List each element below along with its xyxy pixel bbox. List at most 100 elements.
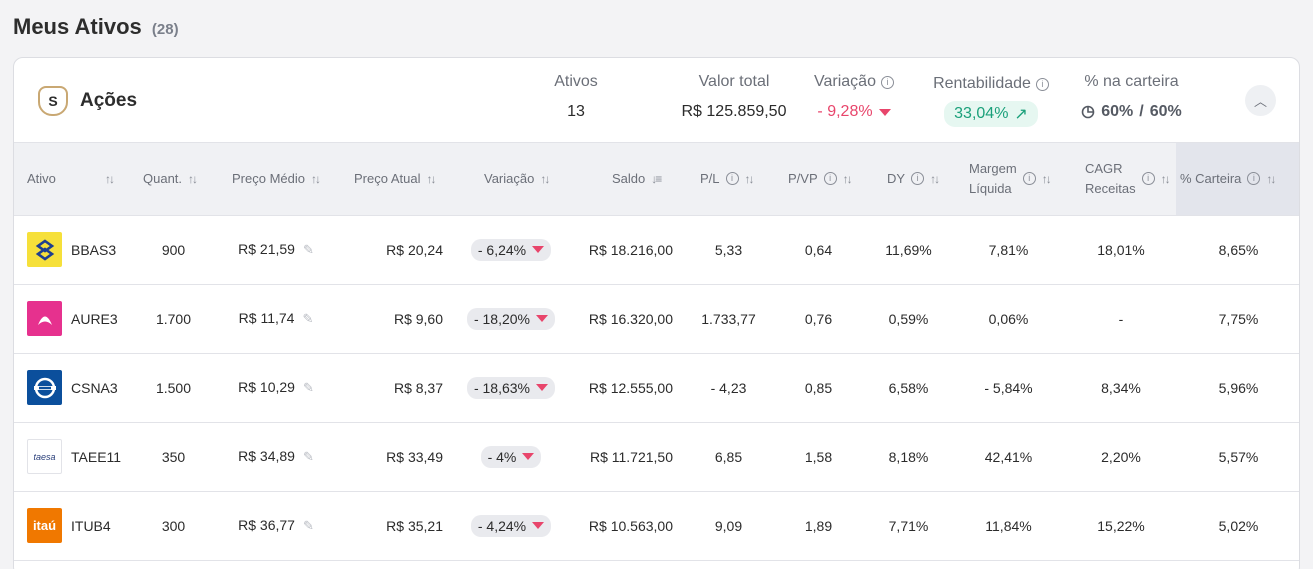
metric-valor-total: Valor total R$ 125.859,50 (669, 73, 799, 121)
saldo-cell: R$ 11.721,50 (566, 422, 686, 492)
info-icon[interactable]: i (1022, 172, 1036, 186)
variacao-pill: - 18,20% (466, 307, 556, 330)
page-title-text: Meus Ativos (13, 14, 142, 39)
margem-cell: 11,84% (951, 491, 1066, 561)
table-row[interactable]: itaú ITUB4 300 R$ 36,77 ✎ R$ 35,21 - 4,24%… (14, 491, 1299, 561)
quant-cell: 300 (131, 491, 216, 561)
col-preco-atual[interactable]: Preço Atual ↑↓ (336, 143, 456, 216)
dy-cell: 0,59% (866, 284, 951, 354)
assets-table: Ativo ↑↓ Quant. ↑↓ Preço Médio ↑↓ Preço Atu… (14, 143, 1299, 561)
carteira-cell: 5,57% (1176, 422, 1299, 492)
pencil-icon[interactable]: ✎ (303, 242, 314, 257)
table-row[interactable]: CSNA3 1.500 R$ 10,29 ✎ R$ 8,37 - 18,63% R… (14, 353, 1299, 423)
metric-ativos: Ativos 13 (536, 73, 616, 121)
category-summary[interactable]: S Ações Ativos 13 Valor total R$ 125.859… (14, 58, 1299, 143)
saldo-cell: R$ 16.320,00 (566, 284, 686, 354)
down-triangle-icon (536, 315, 549, 322)
down-triangle-icon (878, 108, 891, 116)
metric-carteira: % na carteira 60% / 60% (1069, 73, 1194, 121)
rentabilidade-pill: 33,04% ↗ (944, 101, 1038, 127)
sort-icon[interactable]: ↑↓ (930, 172, 940, 186)
pvp-cell: 0,64 (771, 215, 866, 285)
margem-cell: 42,41% (951, 422, 1066, 492)
sort-icon[interactable]: ↑↓ (427, 172, 437, 186)
pvp-cell: 1,89 (771, 491, 866, 561)
table-row[interactable]: AURE3 1.700 R$ 11,74 ✎ R$ 9,60 - 18,20% R… (14, 284, 1299, 354)
sort-icon[interactable]: ↑↓ (105, 172, 115, 186)
preco-atual-cell: R$ 35,21 (336, 491, 456, 561)
variacao-pill: - 18,63% (466, 376, 556, 399)
info-icon[interactable]: i (1035, 77, 1049, 91)
metric-carteira-label: % na carteira (1084, 73, 1179, 90)
sort-icon[interactable]: ↑↓ (1161, 172, 1171, 186)
sort-icon[interactable]: ↑↓ (843, 172, 853, 186)
info-icon[interactable]: i (1141, 172, 1155, 186)
info-icon[interactable]: i (880, 75, 894, 89)
saldo-cell: R$ 18.216,00 (566, 215, 686, 285)
info-icon[interactable]: i (823, 172, 837, 186)
preco-atual-cell: R$ 33,49 (336, 422, 456, 492)
table-row[interactable]: BBAS3 900 R$ 21,59 ✎ R$ 20,24 - 6,24% R$ … (14, 215, 1299, 285)
cagr-cell: 15,22% (1066, 491, 1176, 561)
col-variacao[interactable]: Variação ↑↓ (456, 143, 566, 216)
collapse-button[interactable]: ︿ (1245, 85, 1276, 116)
preco-atual-cell: R$ 8,37 (336, 353, 456, 423)
sort-icon[interactable]: ↑↓ (1266, 172, 1276, 186)
s-badge-icon: S (38, 86, 68, 116)
sort-icon[interactable]: ↑↓ (745, 172, 755, 186)
preco-medio-cell: R$ 36,77 (238, 517, 295, 533)
pencil-icon[interactable]: ✎ (302, 311, 313, 326)
pvp-cell: 0,76 (771, 284, 866, 354)
carteira-cell: 8,65% (1176, 215, 1299, 285)
sort-icon[interactable]: ↑↓ (540, 172, 550, 186)
pencil-icon[interactable]: ✎ (303, 449, 314, 464)
col-pl[interactable]: P/L i ↑↓ (686, 143, 771, 216)
col-cagr-receitas[interactable]: CAGR Receitas i ↑↓ (1066, 143, 1176, 216)
pl-cell: 1.733,77 (686, 284, 771, 354)
ticker: TAEE11 (71, 448, 122, 465)
sort-icon[interactable]: ↑↓ (1042, 172, 1052, 186)
acoes-card: S Ações Ativos 13 Valor total R$ 125.859… (13, 57, 1300, 569)
preco-medio-cell: R$ 11,74 (238, 310, 295, 326)
dy-cell: 8,18% (866, 422, 951, 492)
preco-medio-cell: R$ 10,29 (238, 379, 295, 395)
asset-count: (28) (151, 21, 179, 38)
ticker: CSNA3 (71, 379, 118, 396)
preco-medio-cell: R$ 21,59 (238, 241, 295, 257)
info-icon[interactable]: i (1247, 172, 1261, 186)
sort-icon[interactable]: ↑↓ (188, 172, 198, 186)
carteira-cell: 7,75% (1176, 284, 1299, 354)
table-row[interactable]: taesa TAEE11 350 R$ 34,89 ✎ R$ 33,49 - 4% … (14, 422, 1299, 492)
carteira-percent-a: 60% (1101, 103, 1134, 120)
dy-cell: 11,69% (866, 215, 951, 285)
col-margem-liquida[interactable]: Margem Líquida i ↑↓ (951, 143, 1066, 216)
pl-cell: 6,85 (686, 422, 771, 492)
col-pvp[interactable]: P/VP i ↑↓ (771, 143, 866, 216)
down-triangle-icon (532, 246, 545, 253)
metric-valor-total-label: Valor total (698, 73, 770, 90)
quant-cell: 1.700 (131, 284, 216, 354)
metric-variacao: Variação i - 9,28% (804, 73, 904, 121)
preco-atual-cell: R$ 20,24 (336, 215, 456, 285)
col-saldo[interactable]: Saldo ↓≡ (566, 143, 686, 216)
pencil-icon[interactable]: ✎ (303, 380, 314, 395)
col-ativo[interactable]: Ativo ↑↓ (14, 143, 131, 216)
metric-rentabilidade: Rentabilidade i 33,04% ↗ (926, 75, 1056, 127)
col-dy[interactable]: DY i ↑↓ (866, 143, 951, 216)
sort-icon[interactable]: ↑↓ (311, 172, 321, 186)
col-preco-medio[interactable]: Preço Médio ↑↓ (216, 143, 336, 216)
pencil-icon[interactable]: ✎ (303, 518, 314, 533)
saldo-cell: R$ 12.555,00 (566, 353, 686, 423)
metric-ativos-label: Ativos (554, 73, 598, 90)
info-icon[interactable]: i (725, 172, 739, 186)
col-quant[interactable]: Quant. ↑↓ (131, 143, 216, 216)
margem-cell: 7,81% (951, 215, 1066, 285)
sort-desc-icon[interactable]: ↓≡ (651, 172, 662, 186)
page-title: Meus Ativos (28) (13, 14, 179, 40)
col-carteira[interactable]: % Carteira i ↑↓ (1176, 143, 1299, 216)
itau-logo: itaú (27, 508, 62, 543)
metric-valor-total-value: R$ 125.859,50 (681, 103, 787, 120)
banco-do-brasil-logo (27, 232, 62, 267)
info-icon[interactable]: i (911, 172, 925, 186)
chevron-up-icon: ︿ (1253, 94, 1267, 109)
